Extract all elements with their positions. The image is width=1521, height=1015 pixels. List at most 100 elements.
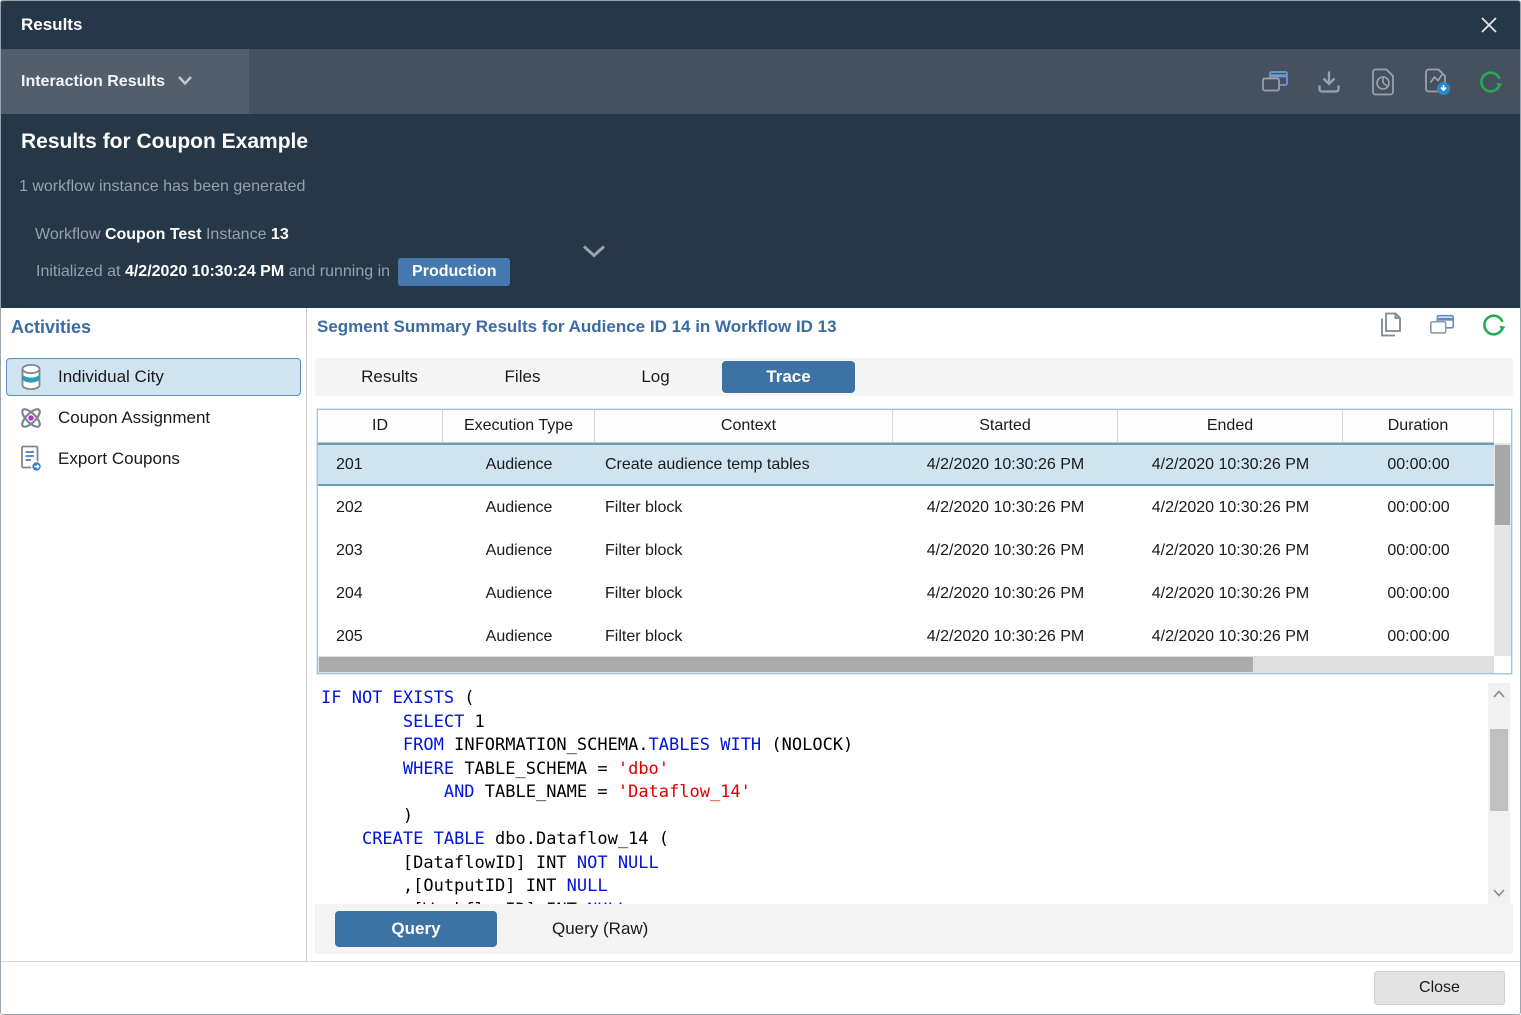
query-tab-query[interactable]: Query (335, 911, 497, 947)
sidebar-item-label: Export Coupons (58, 449, 180, 469)
cell-id: 204 (318, 585, 443, 603)
table-row[interactable]: 204AudienceFilter block4/2/2020 10:30:26… (318, 572, 1494, 615)
sql-query-text: IF NOT EXISTS ( SELECT 1 FROM INFORMATIO… (321, 687, 853, 904)
column-header-started[interactable]: Started (893, 410, 1118, 442)
expand-workflow-chevron-icon[interactable] (581, 244, 607, 264)
close-icon[interactable] (1472, 9, 1506, 41)
cell-ended: 4/2/2020 10:30:26 PM (1118, 628, 1343, 646)
close-button[interactable]: Close (1374, 971, 1505, 1005)
tab-log[interactable]: Log (589, 361, 722, 393)
table-row[interactable]: 203AudienceFilter block4/2/2020 10:30:26… (318, 529, 1494, 572)
sql-line: [DataflowID] INT NOT NULL (321, 852, 853, 876)
table-vertical-scrollbar[interactable] (1494, 443, 1511, 656)
download-icon[interactable] (1314, 67, 1344, 97)
column-header-id[interactable]: ID (318, 410, 443, 442)
sidebar-item-individual-city[interactable]: Individual City (6, 358, 301, 396)
table-row[interactable]: 201AudienceCreate audience temp tables4/… (318, 443, 1494, 486)
sidebar-item-coupon-assignment[interactable]: Coupon Assignment (6, 399, 301, 437)
environment-badge: Production (398, 258, 510, 286)
cell-execution-type: Audience (443, 628, 595, 646)
main-panel: Segment Summary Results for Audience ID … (308, 308, 1521, 961)
sidebar-item-label: Individual City (58, 367, 164, 387)
initialized-info-line: Initialized at 4/2/2020 10:30:24 PM and … (36, 257, 510, 287)
trace-table: IDExecution TypeContextStartedEndedDurat… (317, 409, 1512, 674)
sql-line: ,[OutputID] INT NULL (321, 875, 853, 899)
refresh-icon[interactable] (1476, 67, 1506, 97)
chevron-down-icon (177, 73, 193, 91)
cell-context: Create audience temp tables (595, 456, 893, 474)
scroll-up-icon[interactable] (1488, 683, 1510, 705)
tab-results[interactable]: Results (323, 361, 456, 393)
query-tabs: Query Query (Raw) (315, 904, 1513, 954)
instance-number: 13 (271, 226, 289, 243)
page-title: Results for Coupon Example (21, 130, 308, 154)
sql-line: ) (321, 805, 853, 829)
column-header-execution-type[interactable]: Execution Type (443, 410, 595, 442)
workflow-instance-summary: 1 workflow instance has been generated (19, 178, 305, 196)
sql-line: FROM INFORMATION_SCHEMA.TABLES WITH (NOL… (321, 734, 853, 758)
dialog-footer: Close (1, 961, 1520, 1015)
scroll-down-icon[interactable] (1488, 882, 1510, 904)
table-row[interactable]: 205AudienceFilter block4/2/2020 10:30:26… (318, 615, 1494, 658)
tab-trace[interactable]: Trace (722, 361, 855, 393)
query-preview-panel: IF NOT EXISTS ( SELECT 1 FROM INFORMATIO… (317, 683, 1512, 904)
sidebar-item-label: Coupon Assignment (58, 408, 210, 428)
query-tab-query-raw-[interactable]: Query (Raw) (552, 919, 648, 939)
table-row[interactable]: 202AudienceFilter block4/2/2020 10:30:26… (318, 486, 1494, 529)
cell-ended: 4/2/2020 10:30:26 PM (1118, 542, 1343, 560)
cell-id: 203 (318, 542, 443, 560)
view-selector-dropdown[interactable]: Interaction Results (1, 49, 249, 114)
table-body: 201AudienceCreate audience temp tables4/… (318, 443, 1494, 658)
running-in-label: and running in (289, 263, 390, 281)
column-header-context[interactable]: Context (595, 410, 893, 442)
horizontal-scroll-thumb[interactable] (319, 657, 1253, 672)
tab-files[interactable]: Files (456, 361, 589, 393)
cell-context: Filter block (595, 542, 893, 560)
toolbar: Interaction Results (1, 49, 1520, 114)
open-window-icon[interactable] (1428, 311, 1456, 339)
table-horizontal-scrollbar[interactable] (318, 656, 1494, 673)
workflow-label: Workflow (35, 226, 101, 243)
copy-icon[interactable] (1376, 311, 1404, 339)
instance-label: Instance (206, 226, 266, 243)
sidebar-item-export-coupons[interactable]: Export Coupons (6, 440, 301, 478)
sql-line: WHERE TABLE_SCHEMA = 'dbo' (321, 758, 853, 782)
toolbar-icon-group (1260, 49, 1506, 114)
sql-line: AND TABLE_NAME = 'Dataflow_14' (321, 781, 853, 805)
export-report-icon[interactable] (1422, 67, 1452, 97)
view-selector-label: Interaction Results (21, 73, 165, 91)
cell-duration: 00:00:00 (1343, 456, 1494, 474)
report-document-icon[interactable] (1368, 67, 1398, 97)
content-area: Activities Individual City Coupon Assignm… (1, 308, 1520, 961)
cell-id: 205 (318, 628, 443, 646)
cell-execution-type: Audience (443, 585, 595, 603)
vertical-scroll-thumb[interactable] (1495, 445, 1510, 525)
initialized-time: 4/2/2020 10:30:24 PM (125, 263, 284, 281)
cell-execution-type: Audience (443, 542, 595, 560)
database-icon (17, 362, 45, 392)
cascade-windows-icon[interactable] (1260, 67, 1290, 97)
cell-started: 4/2/2020 10:30:26 PM (893, 542, 1118, 560)
document-export-icon (17, 444, 45, 474)
cell-started: 4/2/2020 10:30:26 PM (893, 628, 1118, 646)
results-header: Results for Coupon Example 1 workflow in… (1, 114, 1520, 308)
cell-ended: 4/2/2020 10:30:26 PM (1118, 499, 1343, 517)
window-title: Results (21, 15, 82, 35)
workflow-info-line: Workflow Coupon Test Instance 13 (35, 226, 289, 244)
initialized-label: Initialized at (36, 263, 121, 281)
activities-sidebar: Activities Individual City Coupon Assignm… (1, 308, 307, 961)
cell-id: 202 (318, 499, 443, 517)
table-header-row: IDExecution TypeContextStartedEndedDurat… (318, 410, 1494, 443)
column-header-ended[interactable]: Ended (1118, 410, 1343, 442)
cell-execution-type: Audience (443, 499, 595, 517)
refresh-icon[interactable] (1480, 311, 1508, 339)
workflow-name: Coupon Test (105, 226, 202, 243)
sql-vertical-scrollbar[interactable] (1488, 683, 1510, 904)
cell-ended: 4/2/2020 10:30:26 PM (1118, 585, 1343, 603)
sql-line: CREATE TABLE dbo.Dataflow_14 ( (321, 828, 853, 852)
activities-title: Activities (11, 317, 91, 338)
sql-scroll-thumb[interactable] (1490, 729, 1508, 811)
cell-duration: 00:00:00 (1343, 628, 1494, 646)
column-header-duration[interactable]: Duration (1343, 410, 1494, 442)
sql-line: IF NOT EXISTS ( (321, 687, 853, 711)
